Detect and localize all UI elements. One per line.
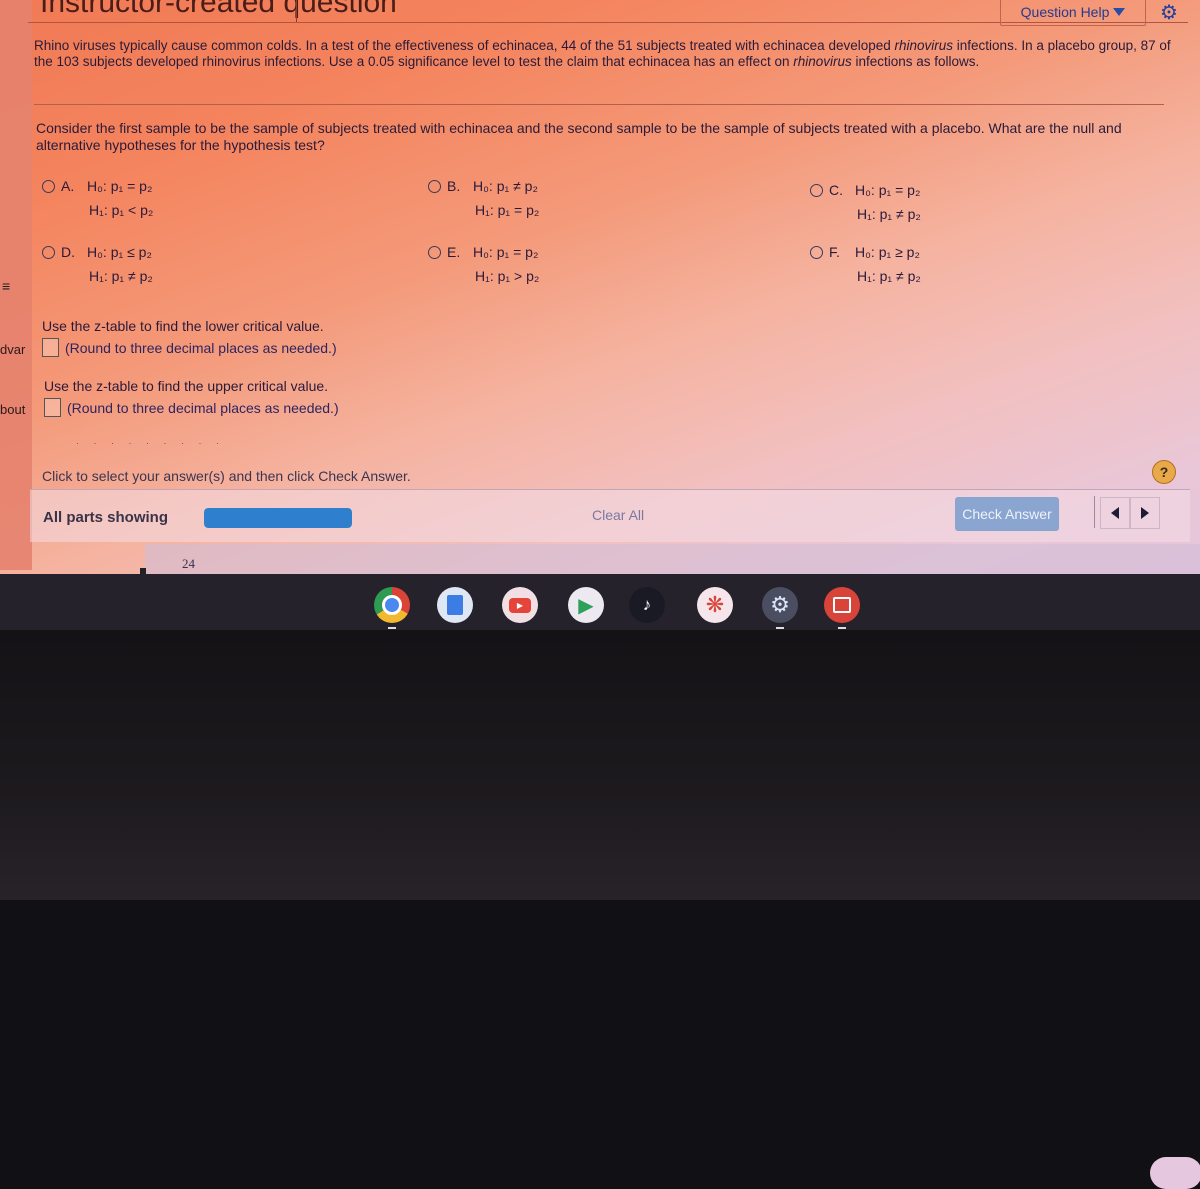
divider bbox=[34, 104, 1164, 105]
canvas-icon[interactable]: ❋ bbox=[697, 587, 733, 623]
triangle-right-icon bbox=[1141, 507, 1149, 519]
laptop-bezel bbox=[0, 630, 1200, 900]
click-instruction: Click to select your answer(s) and then … bbox=[42, 468, 411, 484]
settings-icon[interactable]: ⚙ bbox=[762, 587, 798, 629]
divider bbox=[1094, 496, 1095, 528]
radio-button[interactable] bbox=[42, 179, 55, 193]
option-b[interactable]: B. H₀: p₁ ≠ p₂ H₁: p₁ = p₂ bbox=[428, 174, 539, 222]
upper-critical-value-question: Use the z-table to find the upper critic… bbox=[44, 378, 339, 417]
status-tray[interactable] bbox=[1150, 1157, 1200, 1189]
background-spreadsheet bbox=[145, 544, 1200, 576]
progress-bar bbox=[204, 508, 352, 528]
lower-critical-value-question: Use the z-table to find the lower critic… bbox=[42, 318, 337, 357]
docs-icon[interactable] bbox=[437, 587, 473, 623]
spreadsheet-row-number: 24 bbox=[182, 556, 195, 571]
radio-button[interactable] bbox=[810, 183, 823, 197]
page-title: Instructor-created question bbox=[40, 0, 397, 19]
option-d[interactable]: D. H₀: p₁ ≤ p₂ H₁: p₁ ≠ p₂ bbox=[42, 240, 153, 288]
gear-icon[interactable]: ⚙ bbox=[1160, 0, 1178, 25]
option-f[interactable]: F. H₀: p₁ ≥ p₂ H₁: p₁ ≠ p₂ bbox=[810, 240, 921, 288]
background-window-strip: ≡ dvar bout bbox=[0, 0, 32, 570]
screen: ≡ dvar bout Instructor-created question … bbox=[0, 0, 1200, 1189]
help-icon[interactable]: ? bbox=[1152, 460, 1176, 484]
upper-critical-value-input[interactable] bbox=[44, 398, 61, 417]
triangle-left-icon bbox=[1111, 507, 1119, 519]
problem-statement: Rhino viruses typically cause common col… bbox=[34, 38, 1171, 69]
radio-button[interactable] bbox=[42, 245, 55, 259]
radio-button[interactable] bbox=[428, 245, 441, 259]
question-help-button[interactable]: Question Help bbox=[1000, 0, 1146, 26]
option-e[interactable]: E. H₀: p₁ = p₂ H₁: p₁ > p₂ bbox=[428, 240, 539, 288]
progress-fill bbox=[204, 508, 352, 528]
chrome-icon[interactable] bbox=[374, 587, 410, 629]
background-text-fragment: dvar bbox=[0, 342, 26, 357]
lower-critical-value-input[interactable] bbox=[42, 338, 59, 357]
caret-down-icon bbox=[1113, 8, 1126, 16]
next-button[interactable] bbox=[1130, 497, 1160, 529]
option-a[interactable]: A. H₀: p₁ = p₂ H₁: p₁ < p₂ bbox=[42, 174, 153, 222]
check-answer-button[interactable]: Check Answer bbox=[955, 497, 1059, 531]
background-text-fragment: bout bbox=[0, 402, 26, 417]
youtube-icon[interactable]: ▶ bbox=[502, 587, 538, 623]
all-parts-label: All parts showing bbox=[43, 509, 169, 526]
menu-icon[interactable]: ≡ bbox=[2, 278, 10, 294]
question-help-label: Question Help bbox=[1020, 4, 1110, 20]
option-c[interactable]: C. H₀: p₁ = p₂ H₁: p₁ ≠ p₂ bbox=[810, 178, 921, 226]
gallery-icon[interactable] bbox=[824, 587, 860, 629]
previous-button[interactable] bbox=[1100, 497, 1130, 529]
truncated-content: · · · · · · · · · bbox=[76, 438, 225, 448]
divider bbox=[296, 0, 297, 22]
radio-button[interactable] bbox=[810, 245, 823, 259]
play-store-icon[interactable]: ▶ bbox=[568, 587, 604, 623]
question-panel: Rhino viruses typically cause common col… bbox=[30, 28, 1190, 542]
clear-all-button[interactable]: Clear All bbox=[592, 507, 644, 523]
question-prompt: Consider the first sample to be the samp… bbox=[36, 120, 1122, 153]
tiktok-icon[interactable]: ♪ bbox=[629, 587, 665, 623]
footer-bar: All parts showing Clear All Check Answer bbox=[30, 490, 1190, 542]
radio-button[interactable] bbox=[428, 179, 441, 193]
